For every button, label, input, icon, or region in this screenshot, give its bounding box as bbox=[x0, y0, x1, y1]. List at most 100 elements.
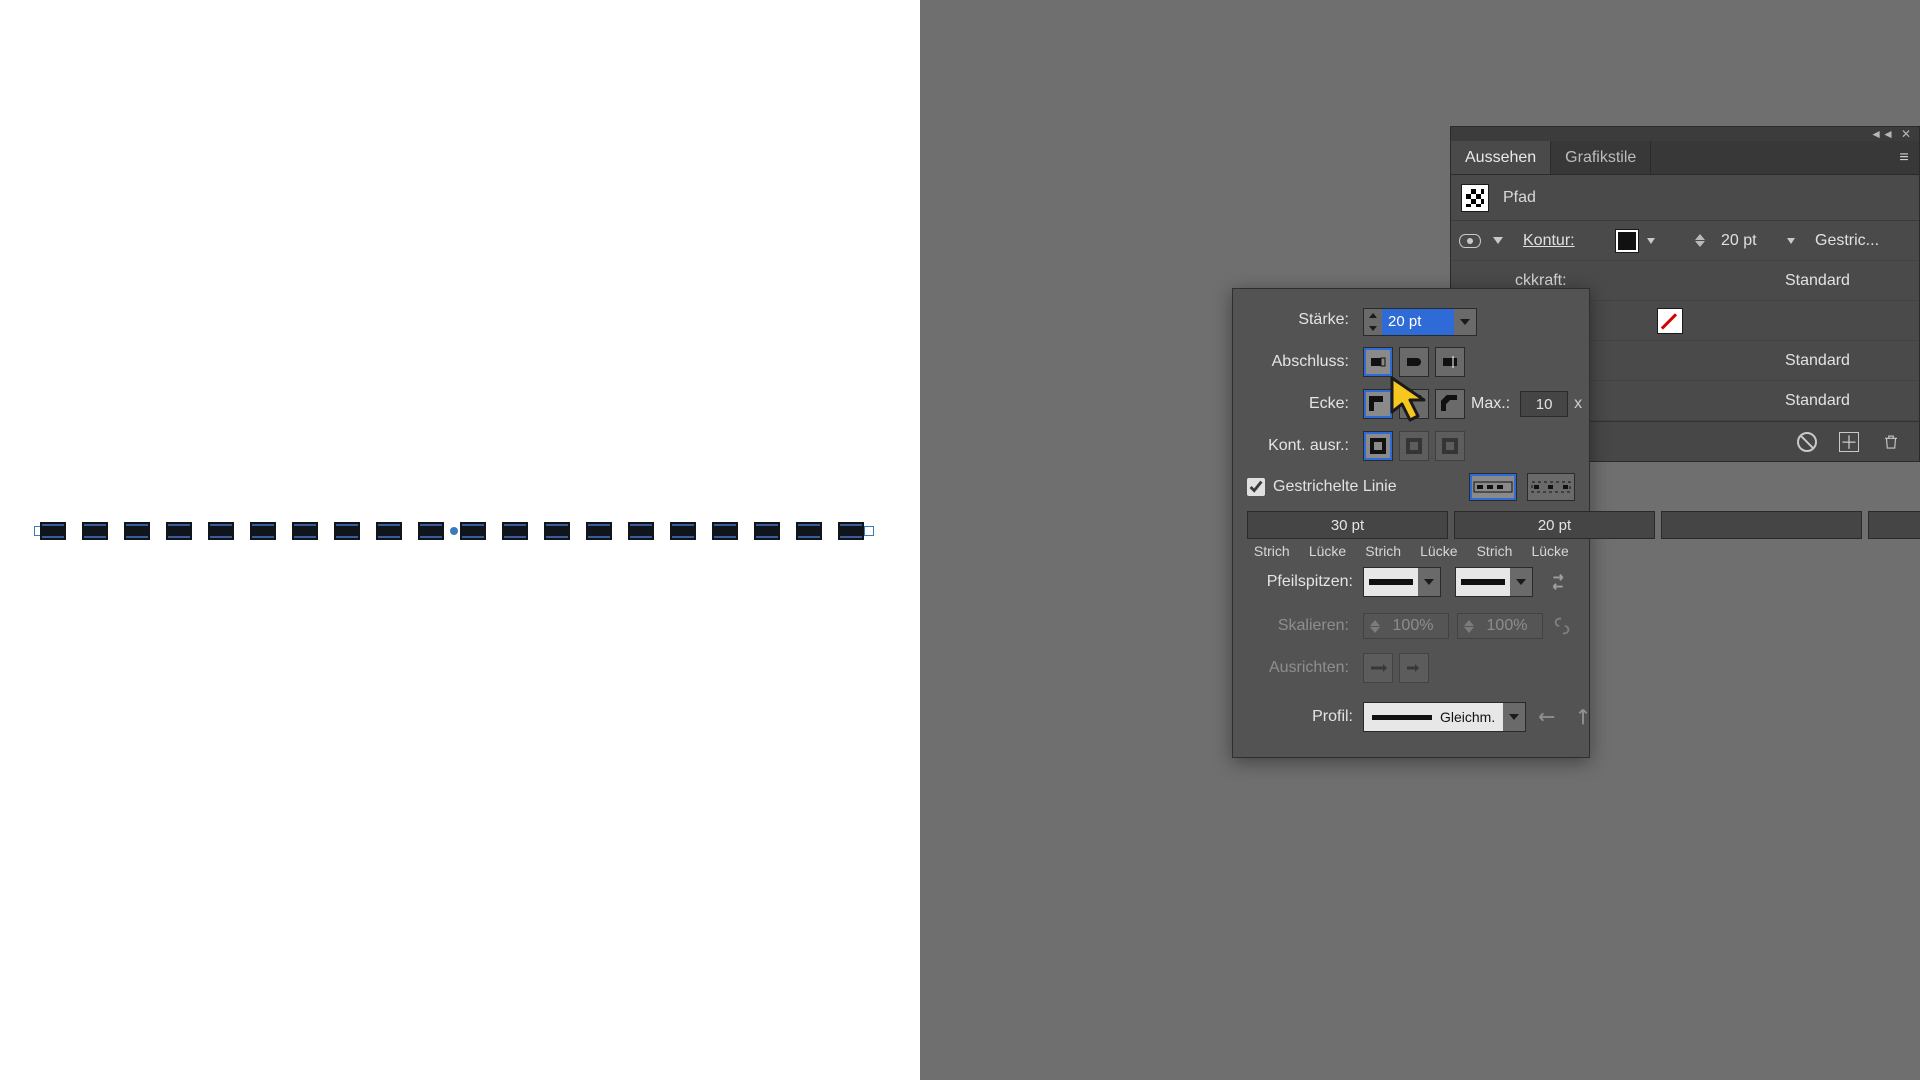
dashed-line-text: Gestrichelte Linie bbox=[1273, 478, 1397, 496]
align-center-button[interactable] bbox=[1363, 431, 1393, 461]
stroke-weight-value[interactable]: 20 pt bbox=[1721, 232, 1781, 250]
align-inside-button bbox=[1399, 431, 1429, 461]
weight-input[interactable] bbox=[1382, 309, 1454, 335]
align-outside-button bbox=[1435, 431, 1465, 461]
opacity-label-1: ckkraft: bbox=[1515, 272, 1645, 290]
dashed-line-checkbox[interactable] bbox=[1247, 478, 1265, 496]
opacity-value-2[interactable]: Standard bbox=[1785, 352, 1905, 370]
arrowheads-label: Pfeilspitzen: bbox=[1247, 573, 1353, 591]
delete-icon[interactable] bbox=[1881, 432, 1901, 452]
panel-tabs: Aussehen Grafikstile ≡ bbox=[1451, 141, 1919, 175]
arrowhead-end-dropdown-icon[interactable] bbox=[1510, 568, 1532, 596]
weight-label: Stärke: bbox=[1247, 311, 1353, 329]
profile-preview-icon bbox=[1372, 715, 1432, 720]
profile-label: Profil: bbox=[1247, 708, 1353, 726]
dash-label-4: Lücke bbox=[1414, 543, 1464, 559]
dash-label-3: Strich bbox=[1358, 543, 1408, 559]
align-arrow-tip-button bbox=[1399, 653, 1429, 683]
dash-input-3[interactable] bbox=[1661, 511, 1862, 539]
arrowhead-start-preview bbox=[1364, 579, 1418, 585]
stroke-weight-dropdown-icon[interactable] bbox=[1787, 238, 1795, 244]
dash-label-2: Lücke bbox=[1303, 543, 1353, 559]
clear-appearance-icon[interactable] bbox=[1797, 432, 1817, 452]
tab-graphic-styles[interactable]: Grafikstile bbox=[1551, 141, 1651, 174]
selected-path[interactable] bbox=[40, 518, 868, 544]
align-arrowheads-label: Ausrichten: bbox=[1247, 659, 1353, 677]
flip-vertical-icon bbox=[1572, 706, 1594, 728]
panel-titlebar[interactable]: ◄◄ ✕ bbox=[1451, 127, 1919, 141]
dashed-stroke bbox=[40, 522, 868, 540]
no-fill-swatch-icon[interactable] bbox=[1657, 308, 1683, 334]
stroke-weight-stepper[interactable] bbox=[1695, 234, 1719, 247]
align-arrowheads-row: Ausrichten: bbox=[1247, 647, 1575, 689]
dash-label-5: Strich bbox=[1470, 543, 1520, 559]
weight-dropdown-icon[interactable] bbox=[1454, 309, 1476, 335]
cap-round-button[interactable] bbox=[1399, 347, 1429, 377]
weight-row: Stärke: bbox=[1247, 299, 1575, 341]
miter-limit-group: Max.: x bbox=[1471, 391, 1582, 417]
cap-label: Abschluss: bbox=[1247, 353, 1353, 371]
tab-appearance[interactable]: Aussehen bbox=[1451, 141, 1551, 174]
cap-butt-button[interactable] bbox=[1363, 347, 1393, 377]
align-arrow-extend-button bbox=[1363, 653, 1393, 683]
corner-miter-button[interactable] bbox=[1363, 389, 1393, 419]
cap-projecting-button[interactable] bbox=[1435, 347, 1465, 377]
scale-arrowheads-row: Skalieren: 100% 100% bbox=[1247, 605, 1575, 647]
object-thumbnail-icon bbox=[1461, 184, 1489, 212]
dash-pattern-inputs bbox=[1247, 511, 1575, 539]
weight-input-group bbox=[1363, 308, 1477, 336]
swap-arrowheads-icon[interactable] bbox=[1547, 571, 1569, 593]
profile-select[interactable]: Gleichm. bbox=[1363, 702, 1526, 732]
corner-row: Ecke: Max.: x bbox=[1247, 383, 1575, 425]
dash-input-4[interactable] bbox=[1868, 511, 1920, 539]
opacity-value-3[interactable]: Standard bbox=[1785, 392, 1905, 410]
stroke-attribute-row[interactable]: Kontur: 20 pt Gestric... bbox=[1451, 221, 1919, 261]
miter-limit-input[interactable] bbox=[1520, 391, 1568, 417]
stroke-color-swatch[interactable] bbox=[1615, 229, 1639, 253]
align-stroke-label: Kont. ausr.: bbox=[1247, 437, 1353, 455]
dash-label-6: Lücke bbox=[1525, 543, 1575, 559]
stroke-color-dropdown-icon[interactable] bbox=[1647, 238, 1655, 244]
dashed-line-row: Gestrichelte Linie bbox=[1247, 467, 1575, 507]
stroke-flyout-panel: Stärke: Abschluss: Ecke: bbox=[1232, 288, 1590, 758]
object-type-label: Pfad bbox=[1503, 189, 1536, 207]
link-scale-icon bbox=[1551, 615, 1573, 637]
profile-value-text: Gleichm. bbox=[1440, 709, 1495, 725]
miter-limit-suffix: x bbox=[1574, 395, 1582, 413]
profile-dropdown-icon[interactable] bbox=[1503, 703, 1525, 731]
object-title-row: Pfad bbox=[1451, 175, 1919, 221]
visibility-eye-icon[interactable] bbox=[1459, 234, 1481, 248]
new-effect-icon[interactable]: ＋ bbox=[1839, 432, 1859, 452]
canvas-area[interactable] bbox=[0, 0, 920, 1080]
align-stroke-row: Kont. ausr.: bbox=[1247, 425, 1575, 467]
dash-align-corners-button[interactable] bbox=[1527, 473, 1575, 501]
corner-round-button[interactable] bbox=[1399, 389, 1429, 419]
dash-label-1: Strich bbox=[1247, 543, 1297, 559]
flip-horizontal-icon bbox=[1536, 706, 1558, 728]
corner-label: Ecke: bbox=[1247, 395, 1353, 413]
dash-input-1[interactable] bbox=[1247, 511, 1448, 539]
stroke-dash-style-link[interactable]: Gestric... bbox=[1815, 232, 1920, 250]
dash-preserve-exact-button[interactable] bbox=[1469, 473, 1517, 501]
scale-label: Skalieren: bbox=[1247, 617, 1353, 635]
arrowhead-start-select[interactable] bbox=[1363, 567, 1441, 597]
cap-row: Abschluss: bbox=[1247, 341, 1575, 383]
dash-input-2[interactable] bbox=[1454, 511, 1655, 539]
profile-row: Profil: Gleichm. bbox=[1247, 695, 1575, 739]
disclosure-triangle-icon[interactable] bbox=[1493, 237, 1503, 244]
dashed-line-checkbox-label[interactable]: Gestrichelte Linie bbox=[1247, 478, 1397, 496]
close-icon[interactable]: ✕ bbox=[1899, 129, 1913, 139]
arrowhead-end-preview bbox=[1456, 579, 1510, 585]
arrowhead-end-select[interactable] bbox=[1455, 567, 1533, 597]
panel-menu-icon[interactable]: ≡ bbox=[1889, 149, 1919, 167]
miter-limit-label: Max.: bbox=[1471, 395, 1514, 413]
corner-bevel-button[interactable] bbox=[1435, 389, 1465, 419]
scale-start-input: 100% bbox=[1363, 613, 1449, 639]
weight-stepper[interactable] bbox=[1364, 309, 1382, 335]
scale-end-input: 100% bbox=[1457, 613, 1543, 639]
dash-pattern-labels: Strich Lücke Strich Lücke Strich Lücke bbox=[1247, 543, 1575, 559]
collapse-icon[interactable]: ◄◄ bbox=[1875, 129, 1889, 139]
stroke-label[interactable]: Kontur: bbox=[1523, 232, 1613, 250]
arrowhead-start-dropdown-icon[interactable] bbox=[1418, 568, 1440, 596]
opacity-value-1[interactable]: Standard bbox=[1785, 272, 1905, 290]
